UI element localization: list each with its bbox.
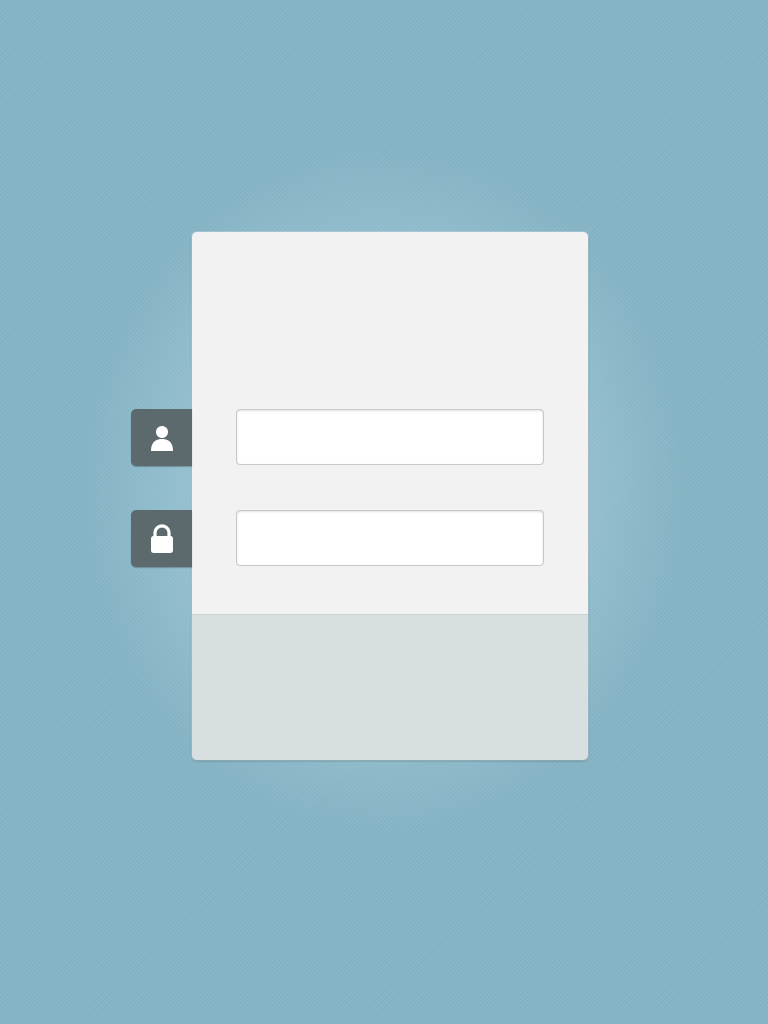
password-field[interactable] — [236, 510, 544, 566]
password-input[interactable] — [237, 511, 543, 565]
username-field[interactable] — [236, 409, 544, 465]
username-input[interactable] — [237, 410, 543, 464]
login-card — [192, 232, 588, 760]
user-icon — [150, 425, 173, 451]
username-icon-tab — [131, 409, 192, 466]
lock-icon — [150, 523, 174, 554]
password-icon-tab — [131, 510, 192, 567]
login-card-footer — [192, 614, 588, 760]
